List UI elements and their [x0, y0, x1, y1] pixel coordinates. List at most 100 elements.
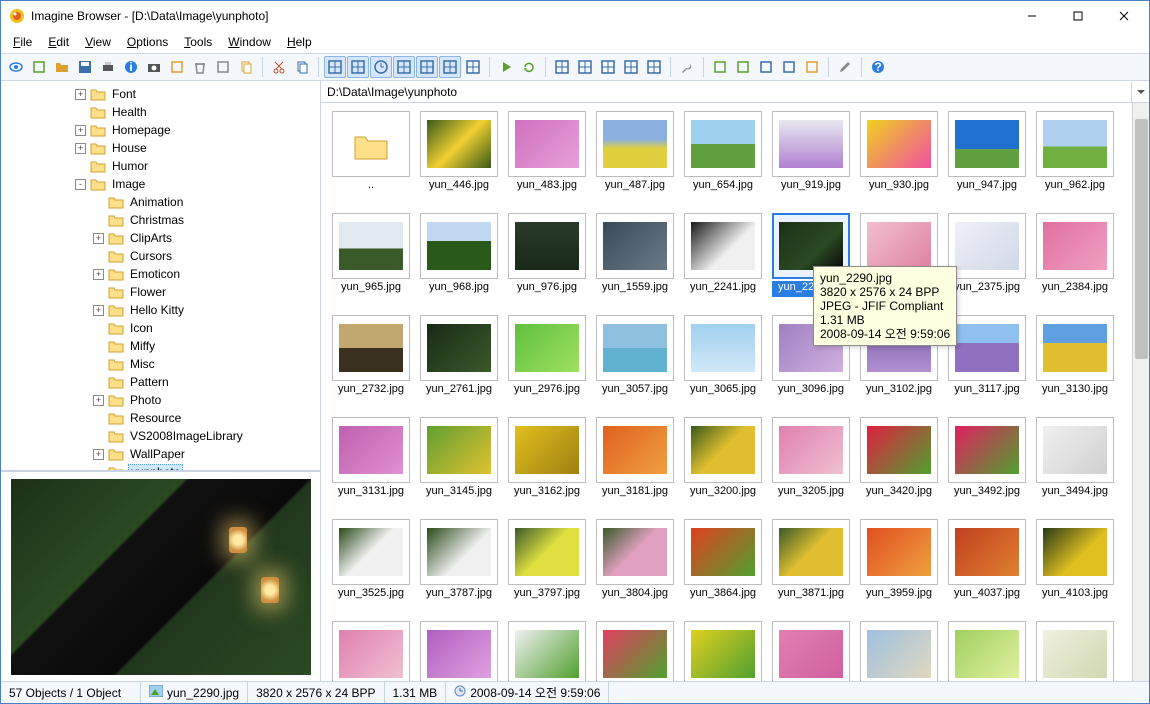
thumb-item[interactable]: yun_3057.jpg — [595, 315, 675, 399]
cut-icon[interactable] — [268, 56, 290, 78]
thumb-item[interactable]: yun_919.jpg — [771, 111, 851, 195]
play-icon[interactable] — [495, 56, 517, 78]
tree-node-cliparts[interactable]: +ClipArts — [1, 229, 320, 247]
tree-node-humor[interactable]: Humor — [1, 157, 320, 175]
thumb-item[interactable]: yun_962.jpg — [1035, 111, 1115, 195]
thumb-item[interactable]: yun_3205.jpg — [771, 417, 851, 501]
thumb-item[interactable]: yun_930.jpg — [859, 111, 939, 195]
expand-toggle[interactable]: + — [93, 305, 104, 316]
tree-node-yunphoto[interactable]: yunphoto — [1, 463, 320, 471]
wrench-icon[interactable] — [676, 56, 698, 78]
thumb-updir[interactable]: .. — [331, 111, 411, 195]
tree-node-misc[interactable]: Misc — [1, 355, 320, 373]
thumb-item[interactable]: yun_4130.jpg — [683, 621, 763, 681]
layout2-icon[interactable] — [347, 56, 369, 78]
thumb-item[interactable]: yun_4110.jpg — [331, 621, 411, 681]
folder-open-icon[interactable] — [51, 56, 73, 78]
thumb-item[interactable]: yun_3145.jpg — [419, 417, 499, 501]
menu-window[interactable]: Window — [220, 33, 279, 51]
thumb-item[interactable]: yun_4120.jpg — [507, 621, 587, 681]
expand-toggle[interactable]: + — [93, 395, 104, 406]
thumb-item[interactable]: yun_968.jpg — [419, 213, 499, 297]
thumb-item[interactable]: yun_3494.jpg — [1035, 417, 1115, 501]
tree-node-flower[interactable]: Flower — [1, 283, 320, 301]
paste-icon[interactable] — [235, 56, 257, 78]
thumb-item[interactable]: yun_3131.jpg — [331, 417, 411, 501]
thumb-item[interactable]: yun_947.jpg — [947, 111, 1027, 195]
menu-file[interactable]: File — [5, 33, 40, 51]
menu-help[interactable]: Help — [279, 33, 320, 51]
view3-icon[interactable] — [597, 56, 619, 78]
edit-icon[interactable] — [834, 56, 856, 78]
new-note-icon[interactable] — [166, 56, 188, 78]
thumb-item[interactable]: yun_4145.jpg — [947, 621, 1027, 681]
thumb-item[interactable]: yun_3117.jpg — [947, 315, 1027, 399]
menu-tools[interactable]: Tools — [176, 33, 220, 51]
copy-icon[interactable] — [291, 56, 313, 78]
tree-node-animation[interactable]: Animation — [1, 193, 320, 211]
tree-node-photo[interactable]: +Photo — [1, 391, 320, 409]
help-icon[interactable]: ? — [867, 56, 889, 78]
thumb-item[interactable]: yun_4135.jpg — [771, 621, 851, 681]
expand-toggle[interactable]: + — [93, 449, 104, 460]
tools4-icon[interactable] — [778, 56, 800, 78]
thumb-item[interactable]: yun_2732.jpg — [331, 315, 411, 399]
scrollbar-thumb[interactable] — [1135, 119, 1148, 359]
thumb-item[interactable]: yun_2241.jpg — [683, 213, 763, 297]
tree-node-hello-kitty[interactable]: +Hello Kitty — [1, 301, 320, 319]
thumb-item[interactable]: yun_3492.jpg — [947, 417, 1027, 501]
thumb-item[interactable]: yun_483.jpg — [507, 111, 587, 195]
tree-node-wallpaper[interactable]: +WallPaper — [1, 445, 320, 463]
expand-toggle[interactable]: + — [93, 269, 104, 280]
save-icon[interactable] — [74, 56, 96, 78]
view1-icon[interactable] — [551, 56, 573, 78]
tree-node-icon[interactable]: Icon — [1, 319, 320, 337]
view2-icon[interactable] — [574, 56, 596, 78]
menu-options[interactable]: Options — [119, 33, 176, 51]
picture-icon[interactable] — [28, 56, 50, 78]
minimize-button[interactable] — [1009, 1, 1055, 31]
thumb-item[interactable]: yun_3130.jpg — [1035, 315, 1115, 399]
thumb-item[interactable]: yun_2375.jpg — [947, 213, 1027, 297]
thumb-item[interactable]: yun_3864.jpg — [683, 519, 763, 603]
thumb-item[interactable]: yun_3162.jpg — [507, 417, 587, 501]
thumb-item[interactable]: yun_3797.jpg — [507, 519, 587, 603]
layout1-icon[interactable] — [324, 56, 346, 78]
expand-toggle[interactable]: + — [93, 233, 104, 244]
path-dropdown-button[interactable] — [1131, 82, 1149, 102]
tree-node-emoticon[interactable]: +Emoticon — [1, 265, 320, 283]
tree-node-christmas[interactable]: Christmas — [1, 211, 320, 229]
thumb-item[interactable]: yun_3525.jpg — [331, 519, 411, 603]
tree-node-homepage[interactable]: +Homepage — [1, 121, 320, 139]
menu-edit[interactable]: Edit — [40, 33, 77, 51]
db-icon[interactable] — [212, 56, 234, 78]
monitor-icon[interactable] — [462, 56, 484, 78]
camera-icon[interactable] — [143, 56, 165, 78]
tools1-icon[interactable] — [709, 56, 731, 78]
expand-toggle[interactable]: + — [75, 89, 86, 100]
tools2-icon[interactable] — [732, 56, 754, 78]
eye-icon[interactable] — [5, 56, 27, 78]
thumb-item[interactable]: yun_4037.jpg — [947, 519, 1027, 603]
path-input[interactable] — [321, 83, 1131, 101]
thumb-item[interactable]: yun_487.jpg — [595, 111, 675, 195]
thumb-item[interactable]: yun_4150.jpg — [1035, 621, 1115, 681]
thumb-item[interactable]: yun_4115.jpg — [419, 621, 499, 681]
tools3-icon[interactable] — [755, 56, 777, 78]
thumb-item[interactable]: yun_2384.jpg — [1035, 213, 1115, 297]
grid-icon[interactable] — [439, 56, 461, 78]
thumb-item[interactable]: yun_3065.jpg — [683, 315, 763, 399]
thumb-item[interactable]: yun_3871.jpg — [771, 519, 851, 603]
thumb-item[interactable]: yun_4125.jpg — [595, 621, 675, 681]
thumb-item[interactable]: yun_446.jpg — [419, 111, 499, 195]
refresh-icon[interactable] — [518, 56, 540, 78]
thumb-item[interactable]: yun_2761.jpg — [419, 315, 499, 399]
thumb-item[interactable]: yun_3420.jpg — [859, 417, 939, 501]
thumb-item[interactable]: yun_3787.jpg — [419, 519, 499, 603]
tree-node-font[interactable]: +Font — [1, 85, 320, 103]
thumbnail-area[interactable]: ..yun_446.jpgyun_483.jpgyun_487.jpgyun_6… — [321, 103, 1132, 681]
thumb-item[interactable]: yun_654.jpg — [683, 111, 763, 195]
clock-icon[interactable] — [370, 56, 392, 78]
layout3-icon[interactable] — [393, 56, 415, 78]
view5-icon[interactable] — [643, 56, 665, 78]
